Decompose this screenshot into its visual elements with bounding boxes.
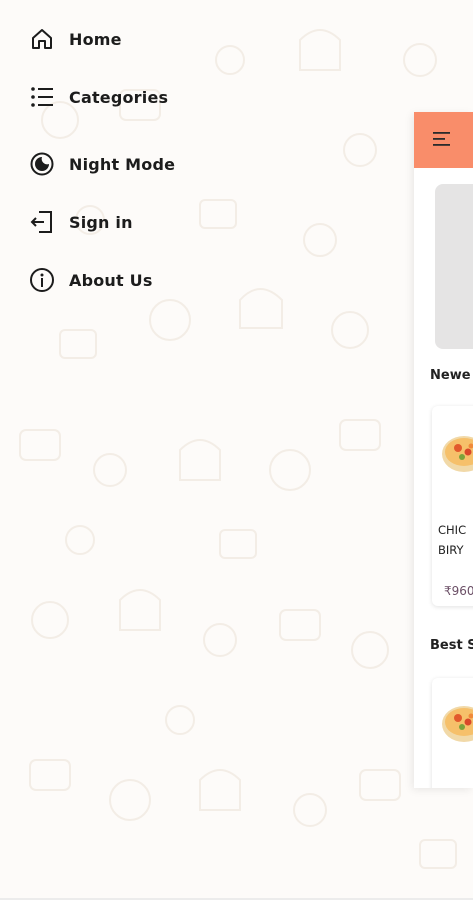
product-price: ₹960 — [444, 584, 473, 598]
menu-item-about-us[interactable]: About Us — [28, 264, 153, 296]
menu-label-home: Home — [69, 29, 122, 49]
info-icon — [28, 266, 56, 294]
menu-label-about-us: About Us — [69, 270, 153, 290]
section-title-best-sellers: Best S — [430, 638, 473, 653]
food-image — [442, 436, 473, 472]
list-icon — [28, 83, 56, 111]
menu-label-categories: Categories — [69, 87, 169, 107]
app-header — [414, 112, 473, 168]
menu-item-home[interactable]: Home — [28, 23, 122, 55]
food-image — [442, 706, 473, 742]
menu-label-night-mode: Night Mode — [69, 154, 176, 174]
section-title-newest: Newe — [430, 368, 471, 383]
menu-item-night-mode[interactable]: Night Mode — [28, 148, 175, 180]
sign-in-icon — [28, 208, 56, 236]
banner-image[interactable] — [435, 184, 473, 349]
main-screen-preview[interactable]: Newe CHIC BIRY ₹960 Best S — [414, 112, 473, 788]
menu-item-sign-in[interactable]: Sign in — [28, 206, 133, 238]
background-pattern — [19, 29, 457, 869]
home-icon — [28, 25, 56, 53]
night-mode-icon — [28, 150, 56, 178]
hamburger-menu-icon[interactable] — [432, 129, 452, 153]
product-name: CHIC BIRY — [438, 523, 467, 557]
menu-label-sign-in: Sign in — [69, 212, 133, 232]
menu-item-categories[interactable]: Categories — [28, 81, 168, 113]
